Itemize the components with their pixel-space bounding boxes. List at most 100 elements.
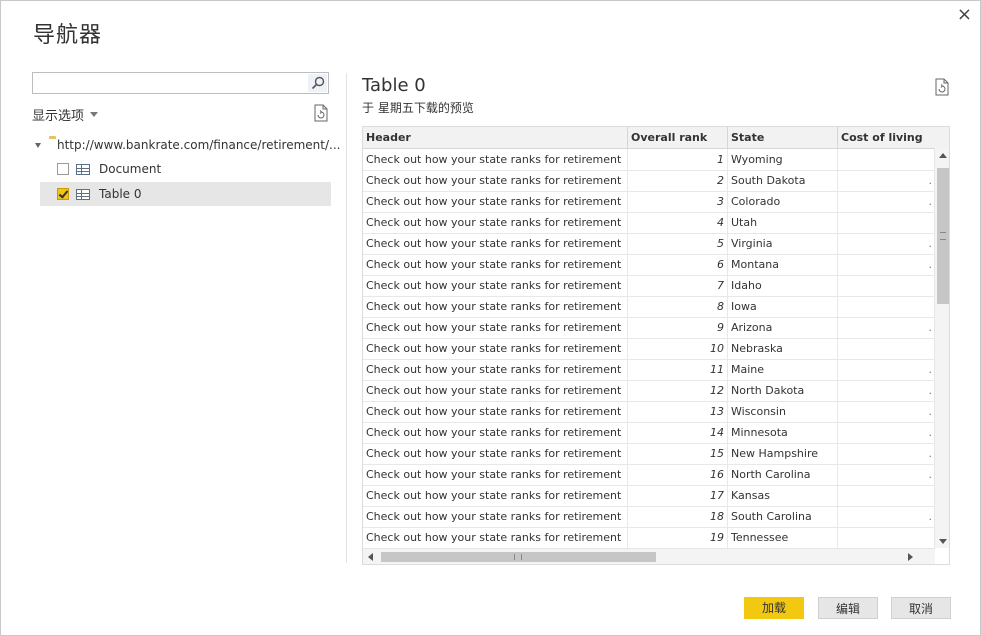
search-icon[interactable] [308,74,327,92]
cell-cost: . [838,443,935,464]
cell-header: Check out how your state ranks for retir… [363,317,628,338]
cell-rank: 5 [628,233,728,254]
cell-cost [838,149,935,170]
horizontal-scrollbar[interactable] [363,548,935,564]
tree-item-label: Document [99,162,162,176]
cell-state: Colorado [728,191,838,212]
preview-table: Header Overall rank State Cost of living… [362,126,950,565]
navigator-dialog: × 导航器 显示选项 http://www.bankrate.com/finan… [0,0,981,636]
cell-cost: . [838,359,935,380]
scroll-right-icon[interactable] [908,553,913,561]
cell-state: Arizona [728,317,838,338]
preview-title: Table 0 [362,75,426,96]
cell-state: North Carolina [728,464,838,485]
cell-state: Virginia [728,233,838,254]
cell-cost [838,338,935,359]
table-row: Check out how your state ranks for retir… [363,233,935,255]
table-row: Check out how your state ranks for retir… [363,506,935,528]
scroll-down-icon[interactable] [939,539,947,544]
column-header[interactable]: Header [363,127,628,148]
cell-header: Check out how your state ranks for retir… [363,443,628,464]
column-header[interactable]: Overall rank [628,127,728,148]
cell-cost: . [838,464,935,485]
cell-header: Check out how your state ranks for retir… [363,191,628,212]
edit-button[interactable]: 编辑 [818,597,878,619]
column-header[interactable]: Cost of living [838,127,949,148]
display-options-dropdown[interactable]: 显示选项 [32,105,99,124]
cell-header: Check out how your state ranks for retir… [363,380,628,401]
cell-header: Check out how your state ranks for retir… [363,485,628,506]
preview-subtitle: 于 星期五下载的预览 [362,101,474,115]
refresh-icon[interactable] [934,78,950,96]
table-row: Check out how your state ranks for retir… [363,464,935,486]
tree-item-document[interactable]: Document [40,157,331,181]
cell-rank: 3 [628,191,728,212]
cell-rank: 10 [628,338,728,359]
table-0-checkbox[interactable] [57,188,69,200]
cell-state: Idaho [728,275,838,296]
cell-rank: 17 [628,485,728,506]
cell-header: Check out how your state ranks for retir… [363,506,628,527]
expand-icon[interactable] [35,142,41,148]
cell-state: New Hampshire [728,443,838,464]
scroll-left-icon[interactable] [368,553,373,561]
column-header[interactable]: State [728,127,838,148]
table-row: Check out how your state ranks for retir… [363,254,935,276]
cell-cost [838,527,935,548]
table-row: Check out how your state ranks for retir… [363,527,935,549]
cell-header: Check out how your state ranks for retir… [363,422,628,443]
close-icon[interactable]: × [957,5,972,25]
cell-state: Tennessee [728,527,838,548]
cell-state: Montana [728,254,838,275]
cell-header: Check out how your state ranks for retir… [363,338,628,359]
vertical-scrollbar[interactable] [934,148,949,548]
cell-rank: 15 [628,443,728,464]
cell-cost: . [838,401,935,422]
cell-state: Iowa [728,296,838,317]
cell-rank: 11 [628,359,728,380]
cell-state: South Carolina [728,506,838,527]
cell-state: Nebraska [728,338,838,359]
cell-rank: 1 [628,149,728,170]
table-row: Check out how your state ranks for retir… [363,170,935,192]
table-row: Check out how your state ranks for retir… [363,212,935,234]
cell-header: Check out how your state ranks for retir… [363,359,628,380]
cell-rank: 6 [628,254,728,275]
cell-rank: 14 [628,422,728,443]
dialog-title: 导航器 [33,23,103,48]
cell-header: Check out how your state ranks for retir… [363,170,628,191]
tree-root-node[interactable]: http://www.bankrate.com/finance/retireme… [35,135,340,155]
table-row: Check out how your state ranks for retir… [363,422,935,444]
scrollbar-thumb[interactable] [937,168,949,304]
cell-header: Check out how your state ranks for retir… [363,296,628,317]
scrollbar-thumb[interactable] [381,552,656,562]
cell-cost: . [838,506,935,527]
tree-item-table-0[interactable]: Table 0 [40,182,331,206]
table-row: Check out how your state ranks for retir… [363,317,935,339]
tree-root-label: http://www.bankrate.com/finance/retireme… [57,138,341,152]
pane-divider [346,73,347,563]
cell-state: North Dakota [728,380,838,401]
cell-header: Check out how your state ranks for retir… [363,254,628,275]
search-input[interactable] [32,72,329,94]
tree-item-label: Table 0 [99,187,142,201]
scroll-up-icon[interactable] [939,153,947,158]
cell-rank: 13 [628,401,728,422]
cell-state: Minnesota [728,422,838,443]
refresh-icon[interactable] [313,104,329,122]
cell-rank: 12 [628,380,728,401]
table-row: Check out how your state ranks for retir… [363,401,935,423]
cell-cost: . [838,191,935,212]
table-row: Check out how your state ranks for retir… [363,380,935,402]
cancel-button[interactable]: 取消 [891,597,951,619]
cell-cost: . [838,380,935,401]
cell-cost: . [838,422,935,443]
table-row: Check out how your state ranks for retir… [363,485,935,507]
table-row: Check out how your state ranks for retir… [363,191,935,213]
table-row: Check out how your state ranks for retir… [363,338,935,360]
cell-cost: . [838,233,935,254]
document-checkbox[interactable] [57,163,69,175]
table-row: Check out how your state ranks for retir… [363,275,935,297]
cell-header: Check out how your state ranks for retir… [363,149,628,170]
load-button[interactable]: 加载 [744,597,804,619]
